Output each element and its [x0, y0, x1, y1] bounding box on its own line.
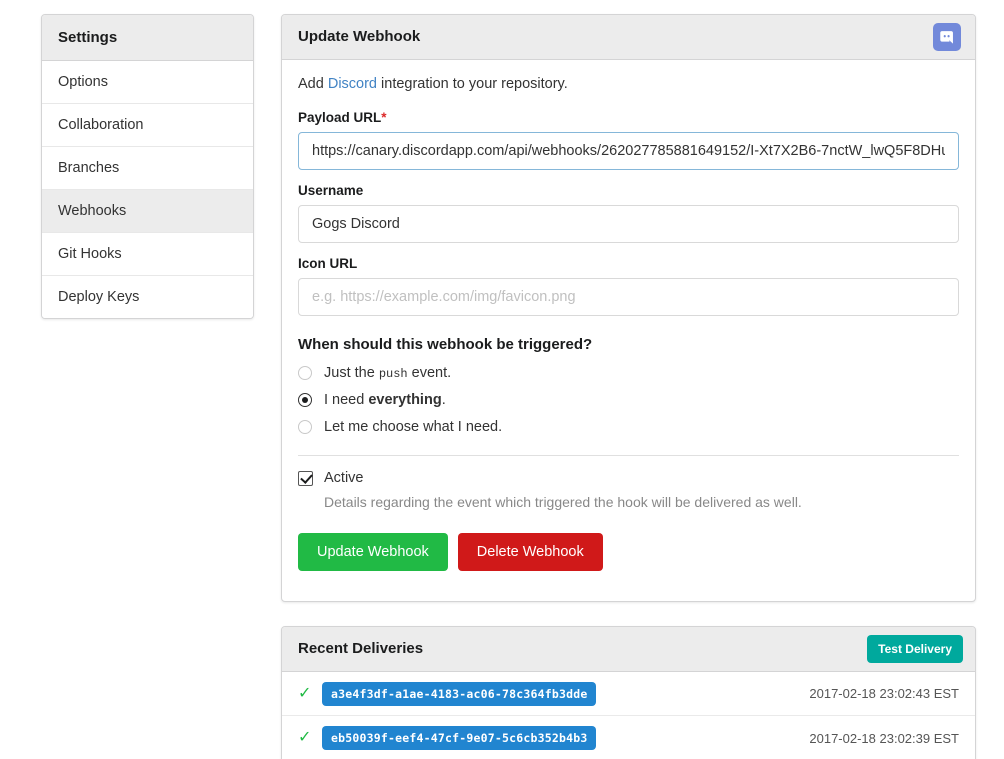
sidebar-item-label: Branches — [58, 160, 119, 176]
push-event-code: push — [379, 367, 408, 381]
delivery-uuid-badge[interactable]: a3e4f3df-a1ae-4183-ac06-78c364fb3dde — [322, 682, 596, 706]
table-row[interactable]: ✓ eb50039f-eef4-47cf-9e07-5c6cb352b4b3 2… — [282, 716, 975, 759]
sidebar-item-label: Webhooks — [58, 203, 126, 219]
update-webhook-button[interactable]: Update Webhook — [298, 533, 448, 571]
trigger-option-push[interactable]: Just the push event. — [298, 365, 959, 381]
panel-title: Recent Deliveries — [298, 640, 423, 657]
radio-choose[interactable] — [298, 420, 312, 434]
recent-deliveries-header: Recent Deliveries Test Delivery — [282, 627, 975, 672]
discord-icon — [933, 23, 961, 51]
update-webhook-panel: Update Webhook Add Discord integration t… — [281, 14, 976, 602]
update-webhook-header: Update Webhook — [282, 15, 975, 60]
test-delivery-button[interactable]: Test Delivery — [867, 635, 963, 663]
settings-sidebar: Settings Options Collaboration Branches … — [41, 14, 254, 319]
sidebar-item-collaboration[interactable]: Collaboration — [42, 104, 253, 147]
trigger-option-label: Let me choose what I need. — [324, 419, 502, 435]
username-field-group: Username — [298, 183, 959, 243]
option-strong: everything — [368, 392, 441, 408]
payload-url-input[interactable] — [298, 132, 959, 170]
trigger-option-choose[interactable]: Let me choose what I need. — [298, 419, 959, 435]
table-row[interactable]: ✓ a3e4f3df-a1ae-4183-ac06-78c364fb3dde 2… — [282, 672, 975, 716]
username-input[interactable] — [298, 205, 959, 243]
discord-link[interactable]: Discord — [328, 76, 377, 92]
recent-deliveries-panel: Recent Deliveries Test Delivery ✓ a3e4f3… — [281, 626, 976, 759]
check-icon: ✓ — [298, 730, 322, 746]
option-prefix: I need — [324, 392, 368, 408]
sidebar-item-deploy-keys[interactable]: Deploy Keys — [42, 276, 253, 318]
payload-url-field-group: Payload URL* — [298, 110, 959, 170]
integration-description: Add Discord integration to your reposito… — [298, 76, 959, 92]
required-marker: * — [381, 110, 386, 125]
option-suffix: event. — [408, 365, 452, 381]
sidebar-title: Settings — [42, 15, 253, 61]
trigger-option-label: Just the push event. — [324, 365, 451, 381]
update-webhook-body: Add Discord integration to your reposito… — [282, 60, 975, 587]
payload-url-label: Payload URL* — [298, 110, 959, 125]
panel-title: Update Webhook — [298, 28, 420, 45]
radio-everything[interactable] — [298, 393, 312, 407]
option-suffix: . — [442, 392, 446, 408]
trigger-option-everything[interactable]: I need everything. — [298, 392, 959, 408]
delivery-timestamp: 2017-02-18 23:02:43 EST — [809, 686, 959, 701]
active-checkbox-row[interactable]: Active — [298, 470, 959, 486]
sidebar-item-label: Collaboration — [58, 117, 143, 133]
username-label: Username — [298, 183, 959, 198]
sidebar-item-label: Options — [58, 74, 108, 90]
sidebar-item-label: Git Hooks — [58, 246, 122, 262]
intro-prefix: Add — [298, 76, 328, 92]
sidebar-item-webhooks[interactable]: Webhooks — [42, 190, 253, 233]
delete-webhook-button[interactable]: Delete Webhook — [458, 533, 603, 571]
sidebar-item-label: Deploy Keys — [58, 289, 139, 305]
icon-url-label: Icon URL — [298, 256, 959, 271]
sidebar-item-git-hooks[interactable]: Git Hooks — [42, 233, 253, 276]
trigger-question: When should this webhook be triggered? — [298, 336, 959, 353]
check-icon: ✓ — [298, 686, 322, 702]
icon-url-field-group: Icon URL — [298, 256, 959, 316]
sidebar-item-options[interactable]: Options — [42, 61, 253, 104]
settings-page: Settings Options Collaboration Branches … — [0, 0, 1004, 759]
sidebar-item-branches[interactable]: Branches — [42, 147, 253, 190]
icon-url-input[interactable] — [298, 278, 959, 316]
active-help-text: Details regarding the event which trigge… — [324, 494, 959, 510]
active-checkbox-label: Active — [324, 470, 364, 486]
delivery-timestamp: 2017-02-18 23:02:39 EST — [809, 731, 959, 746]
payload-url-label-text: Payload URL — [298, 110, 381, 125]
active-checkbox[interactable] — [298, 471, 313, 486]
radio-push[interactable] — [298, 366, 312, 380]
delivery-uuid-badge[interactable]: eb50039f-eef4-47cf-9e07-5c6cb352b4b3 — [322, 726, 596, 750]
trigger-option-label: I need everything. — [324, 392, 446, 408]
form-divider — [298, 455, 959, 456]
form-actions: Update Webhook Delete Webhook — [298, 533, 959, 571]
intro-suffix: integration to your repository. — [377, 76, 568, 92]
option-prefix: Just the — [324, 365, 379, 381]
